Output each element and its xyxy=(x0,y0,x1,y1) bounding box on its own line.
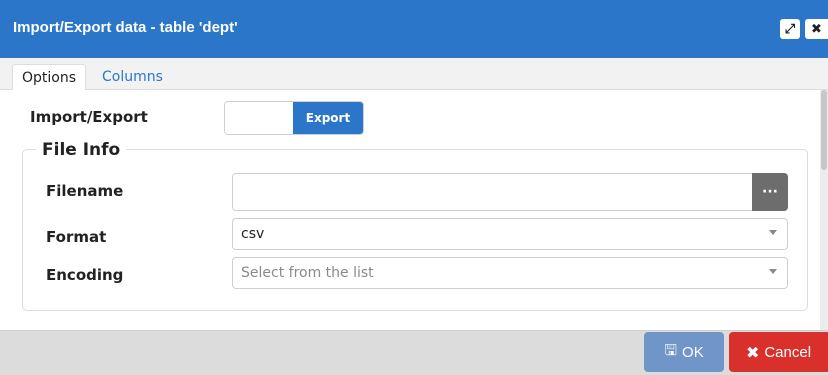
encoding-select[interactable]: Select from the list xyxy=(232,257,788,289)
export-toggle-option[interactable]: Export xyxy=(293,102,363,134)
close-icon[interactable]: ✖ xyxy=(805,19,828,39)
filename-label: Filename xyxy=(46,182,124,200)
vertical-scrollbar[interactable] xyxy=(820,90,828,330)
ok-button-label: OK xyxy=(682,343,704,361)
ok-button[interactable]: 🖫 OK xyxy=(644,332,724,372)
encoding-label: Encoding xyxy=(46,266,124,284)
format-value: csv xyxy=(241,226,265,242)
filename-input[interactable]: ··· xyxy=(232,173,788,211)
file-info-legend: File Info xyxy=(36,140,127,160)
tab-options[interactable]: Options xyxy=(12,64,87,90)
save-icon: 🖫 xyxy=(664,340,678,359)
encoding-placeholder: Select from the list xyxy=(241,265,374,281)
import-export-toggle[interactable]: Export xyxy=(224,101,364,135)
tab-bar: Options Columns xyxy=(0,58,828,90)
dialog-titlebar: Import/Export data - table 'dept' ⤢ ✖ xyxy=(0,0,828,58)
browse-file-button[interactable]: ··· xyxy=(752,173,788,211)
cancel-button[interactable]: ✖ Cancel xyxy=(729,332,828,372)
dialog-title: Import/Export data - table 'dept' xyxy=(13,19,238,36)
cancel-button-label: Cancel xyxy=(764,343,812,361)
scrollbar-thumb[interactable] xyxy=(821,90,827,170)
close-icon: ✖ xyxy=(745,342,760,362)
format-select[interactable]: csv xyxy=(232,218,788,250)
expand-icon[interactable]: ⤢ xyxy=(780,19,800,39)
import-export-label: Import/Export xyxy=(30,108,148,126)
chevron-down-icon xyxy=(769,230,777,235)
tab-columns[interactable]: Columns xyxy=(92,64,173,90)
format-label: Format xyxy=(46,228,107,246)
chevron-down-icon xyxy=(769,269,777,274)
